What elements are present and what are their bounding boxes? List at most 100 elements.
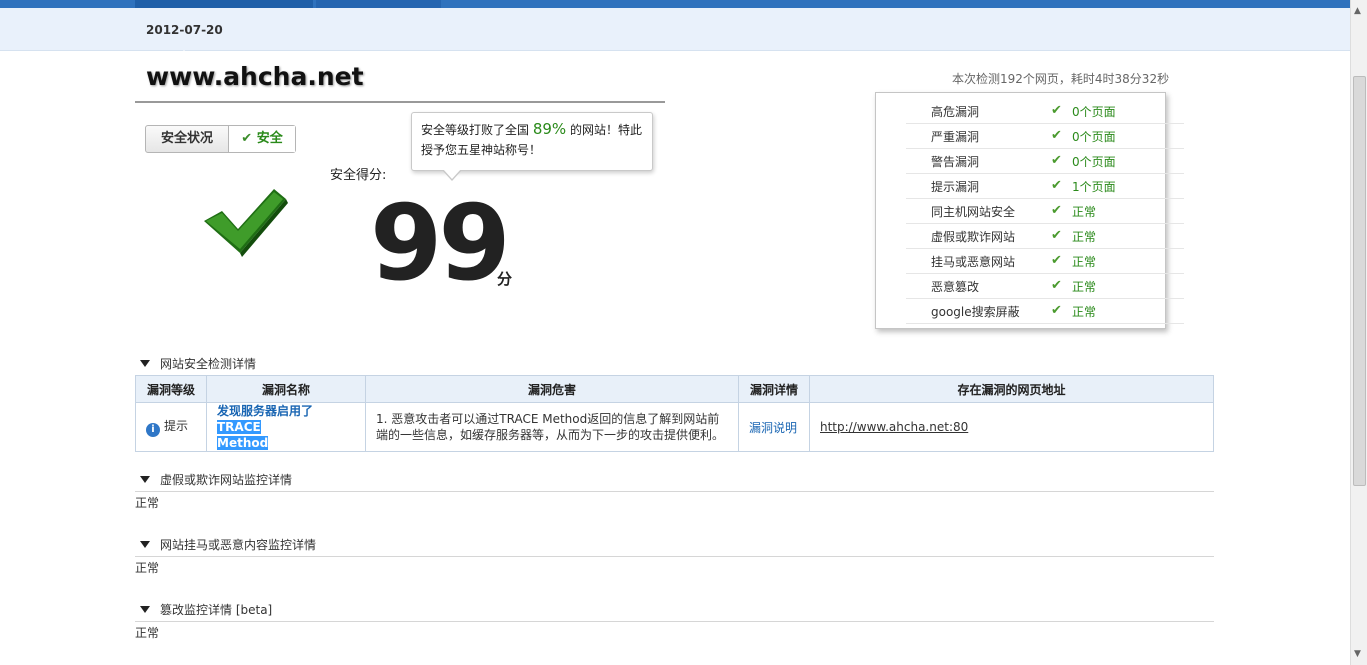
- vuln-url-cell[interactable]: http://www.ahcha.net:80: [809, 402, 1214, 452]
- summary-status: 正常: [1072, 305, 1097, 319]
- collapse-triangle-icon[interactable]: [140, 541, 150, 548]
- vuln-level: 提示: [164, 419, 189, 433]
- check-icon: ✔: [241, 131, 253, 146]
- rank-percent: 89%: [532, 120, 567, 138]
- vuln-harm-cell: 1. 恶意攻击者可以通过TRACE Method返回的信息了解到网站前端的一些信…: [365, 402, 739, 452]
- tooltip-text-pre: 安全等级打败了全国: [421, 123, 530, 137]
- section-body: 正常: [135, 561, 160, 575]
- col-header: 存在漏洞的网页地址: [809, 375, 1214, 403]
- top-nav-bar: [0, 0, 1351, 8]
- report-date: 2012-07-20: [146, 23, 223, 37]
- col-header: 漏洞危害: [365, 375, 739, 403]
- summary-name: 恶意篡改: [931, 280, 980, 294]
- collapse-triangle-icon[interactable]: [140, 360, 150, 367]
- summary-row: 虚假或欺诈网站 ✔ 正常: [906, 223, 1184, 249]
- status-label: 安全状况: [146, 126, 229, 152]
- site-domain: www.ahcha.net: [146, 62, 364, 91]
- summary-status: 0个页面: [1072, 105, 1116, 119]
- divider: [135, 556, 1214, 557]
- summary-name: 高危漏洞: [931, 105, 980, 119]
- section-title: 网站安全检测详情: [160, 357, 257, 371]
- scroll-up-icon[interactable]: ▲: [1354, 6, 1361, 16]
- section-title: 网站挂马或恶意内容监控详情: [160, 538, 317, 552]
- table-header-row: 漏洞等级 漏洞名称 漏洞危害 漏洞详情 存在漏洞的网页地址: [135, 375, 1214, 403]
- summary-row: 警告漏洞 ✔ 0个页面: [906, 148, 1184, 174]
- vertical-scrollbar[interactable]: ▲ ▼: [1350, 0, 1367, 665]
- divider: [135, 621, 1214, 622]
- summary-row: 高危漏洞 ✔ 0个页面: [906, 98, 1184, 124]
- status-value: ✔ 安全: [229, 126, 295, 152]
- vuln-name-cell[interactable]: 发现服务器启用了 TRACE Method: [206, 402, 366, 452]
- vuln-name-link[interactable]: 发现服务器启用了 TRACE Method: [217, 403, 355, 451]
- divider: [135, 101, 665, 103]
- vuln-harm: 1. 恶意攻击者可以通过TRACE Method返回的信息了解到网站前端的一些信…: [376, 412, 725, 442]
- summary-status: 0个页面: [1072, 155, 1116, 169]
- summary-row: 同主机网站安全 ✔ 正常: [906, 198, 1184, 224]
- vuln-detail-link[interactable]: 漏洞说明: [749, 421, 797, 435]
- section-toggle-fraud[interactable]: 虚假或欺诈网站监控详情: [140, 471, 292, 488]
- security-score: 99: [370, 182, 511, 304]
- status-value-text: 安全: [256, 131, 283, 146]
- scroll-down-icon[interactable]: ▼: [1354, 649, 1361, 659]
- vuln-url-link[interactable]: http://www.ahcha.net:80: [820, 420, 968, 434]
- check-icon: ✔: [1051, 178, 1062, 193]
- summary-name: 警告漏洞: [931, 155, 980, 169]
- section-toggle-tamper[interactable]: 篡改监控详情 [beta]: [140, 601, 272, 618]
- date-caret-icon: [178, 50, 190, 56]
- check-icon: ✔: [1051, 278, 1062, 293]
- check-icon: ✔: [1051, 228, 1062, 243]
- nav-tab-active[interactable]: [135, 0, 313, 8]
- check-icon: ✔: [1051, 253, 1062, 268]
- summary-row: google搜索屏蔽 ✔ 正常: [906, 298, 1184, 324]
- info-icon: i: [146, 423, 160, 437]
- summary-status: 正常: [1072, 230, 1097, 244]
- summary-status: 正常: [1072, 280, 1097, 294]
- collapse-triangle-icon[interactable]: [140, 476, 150, 483]
- summary-name: 提示漏洞: [931, 180, 980, 194]
- summary-name: 同主机网站安全: [931, 205, 1016, 219]
- score-label: 安全得分:: [330, 168, 387, 183]
- summary-row: 严重漏洞 ✔ 0个页面: [906, 123, 1184, 149]
- security-status-badge: 安全状况 ✔ 安全: [145, 125, 296, 153]
- section-body: 正常: [135, 626, 160, 640]
- summary-name: 挂马或恶意网站: [931, 255, 1016, 269]
- nav-tab[interactable]: [316, 0, 441, 8]
- summary-status: 正常: [1072, 205, 1097, 219]
- check-icon: ✔: [1051, 303, 1062, 318]
- col-header: 漏洞等级: [135, 375, 207, 403]
- summary-row: 恶意篡改 ✔ 正常: [906, 273, 1184, 299]
- check-icon: ✔: [1051, 103, 1062, 118]
- check-icon: ✔: [1051, 128, 1062, 143]
- score-unit: 分: [497, 270, 513, 288]
- vuln-name-highlight: Method: [217, 436, 269, 450]
- summary-panel: 高危漏洞 ✔ 0个页面 严重漏洞 ✔ 0个页面 警告漏洞 ✔ 0个页面 提示漏洞 ✔ 1个页面 …: [875, 92, 1184, 329]
- large-check-icon: [204, 189, 288, 257]
- divider: [135, 491, 1214, 492]
- date-bar: 2012-07-20: [0, 8, 1351, 56]
- section-toggle-vuln[interactable]: 网站安全检测详情: [140, 355, 256, 372]
- summary-name: google搜索屏蔽: [931, 305, 1020, 319]
- section-title: 虚假或欺诈网站监控详情: [160, 473, 293, 487]
- vuln-name-text: 发现服务器启用了: [217, 404, 314, 418]
- summary-row: 挂马或恶意网站 ✔ 正常: [906, 248, 1184, 274]
- table-row: i 提示 发现服务器启用了 TRACE Method 1. 恶意攻击者可以通过TRAC…: [135, 402, 1214, 452]
- section-body: 正常: [135, 496, 160, 510]
- scan-info: 本次检测192个网页，耗时4时38分32秒: [952, 72, 1170, 86]
- summary-name: 严重漏洞: [931, 130, 980, 144]
- collapse-triangle-icon[interactable]: [140, 606, 150, 613]
- scrollbar-thumb[interactable]: [1353, 76, 1366, 486]
- vuln-level-cell: i 提示: [135, 402, 207, 452]
- col-header: 漏洞详情: [738, 375, 810, 403]
- vuln-detail-cell[interactable]: 漏洞说明: [738, 402, 810, 452]
- summary-name: 虚假或欺诈网站: [931, 230, 1016, 244]
- rank-tooltip: 安全等级打败了全国 89% 的网站！特此授予您五星神站称号！: [411, 112, 653, 181]
- vuln-name-highlight: TRACE: [217, 420, 261, 434]
- vuln-table: 漏洞等级 漏洞名称 漏洞危害 漏洞详情 存在漏洞的网页地址 i 提示 发现服务器启…: [135, 375, 1214, 452]
- section-title: 篡改监控详情 [beta]: [160, 603, 273, 617]
- summary-status: 0个页面: [1072, 130, 1116, 144]
- check-icon: ✔: [1051, 153, 1062, 168]
- section-toggle-malware[interactable]: 网站挂马或恶意内容监控详情: [140, 536, 316, 553]
- check-icon: ✔: [1051, 203, 1062, 218]
- summary-status: 正常: [1072, 255, 1097, 269]
- summary-status: 1个页面: [1072, 180, 1116, 194]
